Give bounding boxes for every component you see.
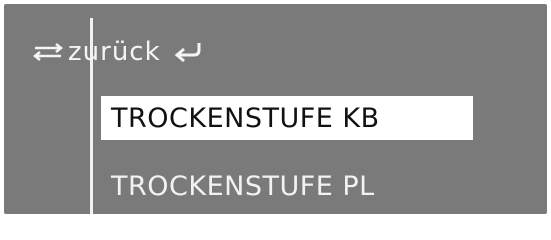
menu-item-trockenstufe-pl[interactable]: TROCKENSTUFE PL (101, 164, 473, 208)
display-panel: zurück TROCKENSTUFE KB TROCKENSTUFE PL (4, 4, 547, 214)
menu-item-label: TROCKENSTUFE PL (111, 170, 375, 202)
menu-item-trockenstufe-kb[interactable]: TROCKENSTUFE KB (101, 96, 473, 140)
scroll-arrows-icon (32, 43, 64, 61)
menu-item-label: TROCKENSTUFE KB (111, 102, 380, 134)
back-label: zurück (68, 37, 161, 67)
return-arrow-icon (174, 43, 201, 63)
back-button[interactable]: zurück (32, 34, 205, 70)
